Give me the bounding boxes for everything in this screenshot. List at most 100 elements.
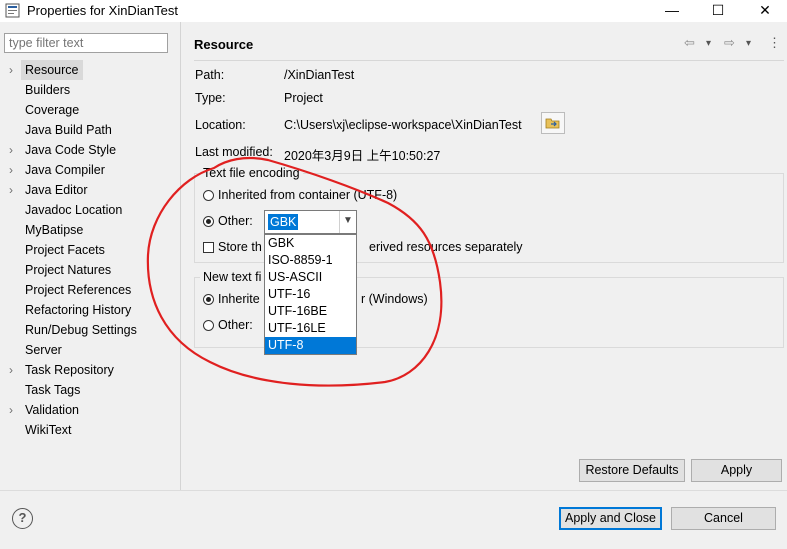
tree-item-label: Project References <box>25 283 132 297</box>
tree-item-label: Server <box>25 343 62 357</box>
tree-item-label: Builders <box>25 83 71 97</box>
tree-item-builders[interactable]: Builders <box>0 80 178 100</box>
expand-arrow-icon[interactable]: › <box>9 400 13 420</box>
forward-arrow-icon[interactable]: ⇨ <box>724 35 735 51</box>
encoding-option[interactable]: UTF-16BE <box>265 303 356 320</box>
tree-item-task-tags[interactable]: Task Tags <box>0 380 178 400</box>
type-label: Type: <box>195 91 226 105</box>
tree-item-java-code-style[interactable]: › Java Code Style <box>0 140 178 160</box>
tree-item-label: Task Tags <box>25 383 81 397</box>
encoding-combo-value[interactable]: GBK <box>268 214 299 230</box>
store-derived-label-suffix[interactable]: erived resources separately <box>369 240 523 254</box>
tree-item-project-facets[interactable]: Project Facets <box>0 240 178 260</box>
maximize-button[interactable]: ☐ <box>698 0 738 22</box>
other-delimiter-label[interactable]: Other: <box>218 318 253 332</box>
tree-item-java-editor[interactable]: › Java Editor <box>0 180 178 200</box>
tree-item-label: Java Editor <box>25 183 88 197</box>
encoding-option[interactable]: UTF-16LE <box>265 320 356 337</box>
title-bar: Properties for XinDianTest — ☐ ✕ <box>0 0 787 22</box>
eclipse-app-icon <box>5 3 20 18</box>
chevron-down-icon[interactable]: ▼ <box>339 211 356 233</box>
inherited-delimiter-label-prefix[interactable]: Inherite <box>218 292 260 306</box>
window-title: Properties for XinDianTest <box>27 3 179 18</box>
inherited-encoding-radio[interactable] <box>203 190 214 201</box>
tree-item-java-compiler[interactable]: › Java Compiler <box>0 160 178 180</box>
tree-item-label: Java Code Style <box>25 143 117 157</box>
filter-input[interactable] <box>5 34 167 52</box>
apply-button[interactable]: Apply <box>691 459 782 482</box>
encoding-option[interactable]: UTF-16 <box>265 286 356 303</box>
tree-item-run-debug-settings[interactable]: Run/Debug Settings <box>0 320 178 340</box>
cancel-button[interactable]: Cancel <box>671 507 776 530</box>
store-derived-label-prefix[interactable]: Store th <box>218 240 262 254</box>
tree-item-label: Validation <box>25 403 79 417</box>
last-modified-label: Last modified: <box>195 145 273 159</box>
tree-item-label: Task Repository <box>25 363 114 377</box>
expand-arrow-icon[interactable]: › <box>9 180 13 200</box>
tree-item-label: Java Build Path <box>25 123 112 137</box>
header-separator <box>194 60 784 61</box>
back-menu-chevron-icon[interactable]: ▾ <box>706 38 711 49</box>
view-menu-icon[interactable]: ⋮ <box>768 35 781 51</box>
other-encoding-label[interactable]: Other: <box>218 214 253 228</box>
minimize-button[interactable]: — <box>652 0 692 22</box>
tree-item-server[interactable]: Server <box>0 340 178 360</box>
encoding-combo[interactable]: GBK ▼ <box>264 210 357 234</box>
expand-arrow-icon[interactable]: › <box>9 360 13 380</box>
restore-defaults-button[interactable]: Restore Defaults <box>579 459 685 482</box>
location-label: Location: <box>195 118 246 132</box>
tree-item-project-references[interactable]: Project References <box>0 280 178 300</box>
other-delimiter-radio[interactable] <box>203 320 214 331</box>
close-button[interactable]: ✕ <box>745 0 785 22</box>
encoding-dropdown-list: GBK ISO-8859-1 US-ASCII UTF-16 UTF-16BE … <box>264 234 357 355</box>
tree-item-label: Java Compiler <box>25 163 105 177</box>
tree-item-label: Run/Debug Settings <box>25 323 137 337</box>
tree-item-coverage[interactable]: Coverage <box>0 100 178 120</box>
tree-item-label: Javadoc Location <box>25 203 123 217</box>
back-arrow-icon[interactable]: ⇦ <box>684 35 695 51</box>
inherited-encoding-label[interactable]: Inherited from container (UTF-8) <box>218 188 397 202</box>
encoding-option[interactable]: US-ASCII <box>265 269 356 286</box>
tree-item-wikitext[interactable]: WikiText <box>0 420 178 440</box>
store-derived-encoding-checkbox[interactable] <box>203 242 214 253</box>
tree-item-javadoc-location[interactable]: Javadoc Location <box>0 200 178 220</box>
path-label: Path: <box>195 68 225 82</box>
forward-menu-chevron-icon[interactable]: ▾ <box>746 38 751 49</box>
tree-item-resource[interactable]: › Resource <box>0 60 178 80</box>
tree-item-label: Project Facets <box>25 243 105 257</box>
location-value: C:\Users\xj\eclipse-workspace\XinDianTes… <box>284 118 522 132</box>
line-delimiter-group-title: New text fi <box>200 270 265 284</box>
encoding-option[interactable]: ISO-8859-1 <box>265 252 356 269</box>
tree-item-refactoring-history[interactable]: Refactoring History <box>0 300 178 320</box>
path-value: /XinDianTest <box>284 68 355 82</box>
show-in-explorer-button[interactable] <box>541 112 565 134</box>
tree-item-java-build-path[interactable]: Java Build Path <box>0 120 178 140</box>
inherited-delimiter-radio[interactable] <box>203 294 214 305</box>
encoding-option-highlighted[interactable]: UTF-8 <box>265 337 356 354</box>
text-encoding-group-title: Text file encoding <box>200 166 303 180</box>
tree-item-label: Coverage <box>25 103 80 117</box>
type-value: Project <box>284 91 323 105</box>
open-folder-icon <box>545 118 560 129</box>
tree-item-project-natures[interactable]: Project Natures <box>0 260 178 280</box>
tree-item-label: WikiText <box>25 423 72 437</box>
tree-item-mybatipse[interactable]: MyBatipse <box>0 220 178 240</box>
filter-field[interactable] <box>4 33 168 53</box>
expand-arrow-icon[interactable]: › <box>9 60 13 80</box>
expand-arrow-icon[interactable]: › <box>9 160 13 180</box>
last-modified-value: 2020年3月9日 上午10:50:27 <box>284 149 441 163</box>
tree-item-task-repository[interactable]: › Task Repository <box>0 360 178 380</box>
expand-arrow-icon[interactable]: › <box>9 140 13 160</box>
other-encoding-radio[interactable] <box>203 216 214 227</box>
tree-item-label: Project Natures <box>25 263 112 277</box>
tree-item-label: Resource <box>21 60 83 80</box>
tree-item-label: Refactoring History <box>25 303 132 317</box>
apply-and-close-button[interactable]: Apply and Close <box>559 507 662 530</box>
page-title: Resource <box>194 37 254 52</box>
tree-item-validation[interactable]: › Validation <box>0 400 178 420</box>
dialog-separator <box>0 490 787 491</box>
tree-item-label: MyBatipse <box>25 223 84 237</box>
help-icon[interactable]: ? <box>12 508 33 529</box>
encoding-option[interactable]: GBK <box>265 235 356 252</box>
inherited-delimiter-label-suffix[interactable]: r (Windows) <box>361 292 428 306</box>
